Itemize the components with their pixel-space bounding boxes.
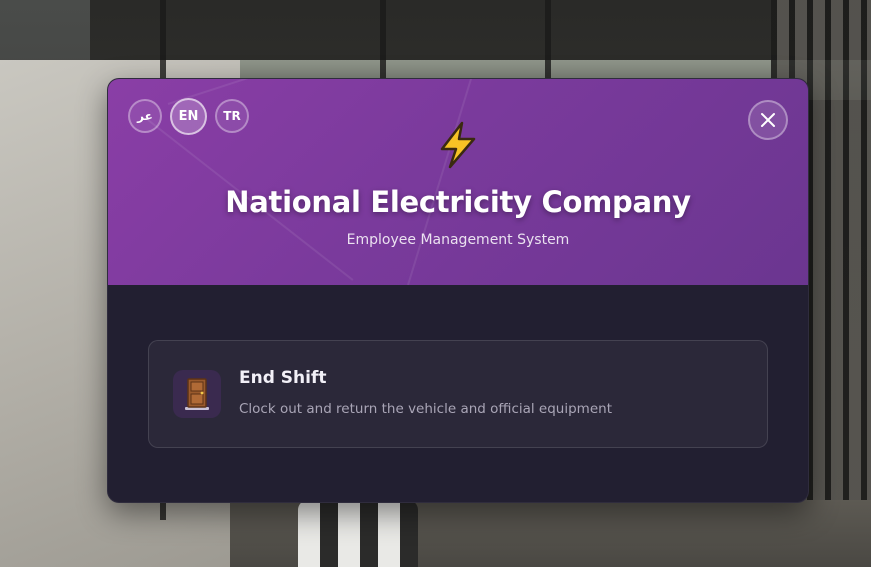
language-arabic-button[interactable]: عر (128, 99, 162, 133)
employee-menu-modal: عر EN TR National Electricity Company Em… (107, 78, 809, 503)
modal-header: عر EN TR National Electricity Company Em… (108, 79, 808, 285)
page-subtitle: Employee Management System (346, 232, 570, 248)
language-english-button[interactable]: EN (170, 98, 207, 135)
language-turkish-button[interactable]: TR (215, 99, 249, 133)
close-icon (761, 113, 775, 127)
close-button[interactable] (748, 100, 788, 140)
player-character (298, 500, 418, 567)
language-switcher: عر EN TR (128, 98, 249, 135)
end-shift-title: End Shift (239, 368, 327, 388)
page-title: National Electricity Company (225, 185, 691, 219)
end-shift-button[interactable]: End Shift Clock out and return the vehic… (148, 340, 768, 448)
lightning-bolt-icon (440, 121, 476, 169)
door-icon (173, 370, 221, 418)
decorative-line (407, 79, 477, 285)
end-shift-description: Clock out and return the vehicle and off… (239, 401, 612, 417)
modal-body: End Shift Clock out and return the vehic… (108, 285, 808, 502)
